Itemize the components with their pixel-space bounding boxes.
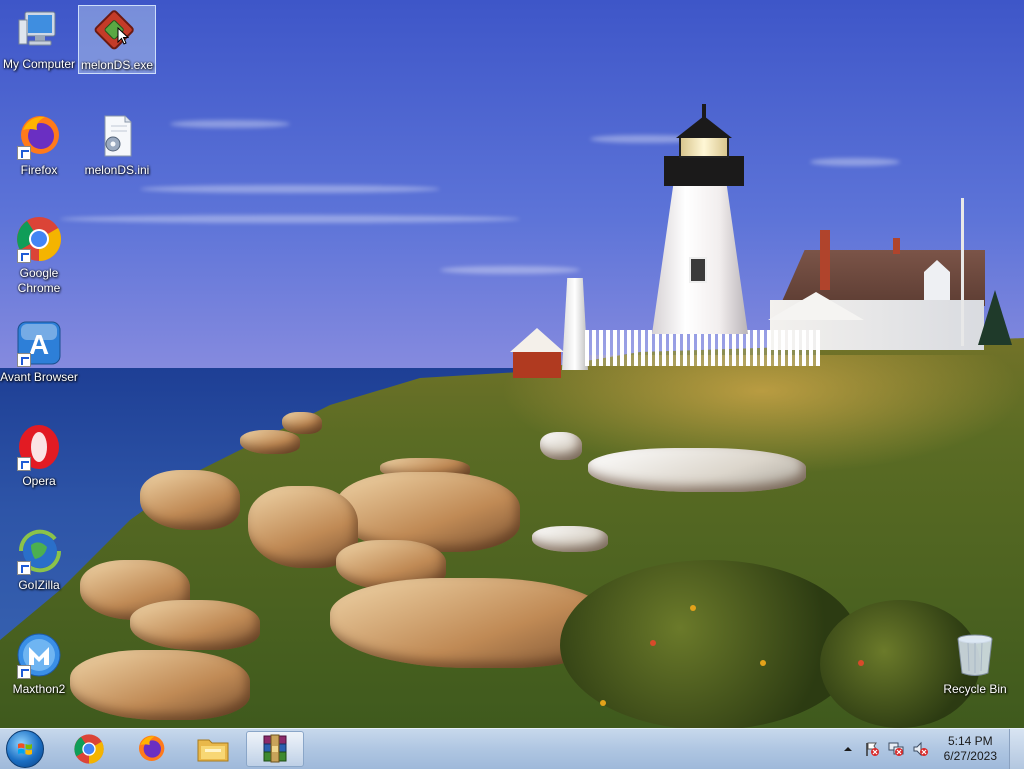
clock-date: 6/27/2023 — [943, 749, 997, 763]
desktop-icon-label: GoIZilla — [18, 578, 60, 592]
shortcut-arrow-icon — [17, 146, 31, 160]
wallpaper-shed — [513, 350, 561, 378]
wallpaper-lighthouse-lamp — [679, 136, 729, 158]
opera-icon — [15, 423, 63, 471]
wallpaper-flower — [650, 640, 656, 646]
desktop-icon-recycle-bin[interactable]: Recycle Bin — [936, 631, 1014, 697]
desktop-icon-label: Firefox — [20, 163, 58, 177]
show-desktop-button[interactable] — [1009, 729, 1024, 769]
shortcut-arrow-icon — [17, 457, 31, 471]
firefox-icon — [139, 735, 165, 761]
wallpaper-rock — [540, 432, 582, 460]
desktop-icon-firefox[interactable]: Firefox — [0, 112, 78, 178]
recycle-bin-icon — [951, 631, 999, 679]
desktop-icon-melonds-ini[interactable]: melonDS.ini — [78, 112, 156, 178]
settings-file-icon — [93, 112, 141, 160]
desktop-icon-label: melonDS.exe — [80, 58, 154, 72]
maxthon-icon — [15, 631, 63, 679]
desktop-icon-label: Recycle Bin — [943, 682, 1007, 696]
avant-browser-icon: A — [15, 319, 63, 367]
desktop[interactable]: My Computer melonDS.exe Firefox melonDS.… — [0, 0, 1024, 728]
desktop-icon-opera[interactable]: Opera — [0, 423, 78, 489]
clock-time: 5:14 PM — [947, 734, 993, 748]
wallpaper-rock — [532, 526, 608, 552]
wallpaper-lighthouse-finial — [702, 104, 706, 118]
action-center-flag-icon[interactable] — [864, 741, 880, 757]
desktop-icon-label: Avant Browser — [0, 370, 78, 384]
shortcut-arrow-icon — [17, 665, 31, 679]
desktop-icon-label: melonDS.ini — [84, 163, 150, 177]
wallpaper-lighthouse-gallery — [664, 156, 744, 186]
wallpaper-rock — [140, 470, 240, 530]
desktop-icon-label: Google Chrome — [17, 266, 61, 295]
chrome-icon — [74, 734, 104, 764]
start-button[interactable] — [6, 730, 44, 768]
shortcut-arrow-icon — [17, 561, 31, 575]
desktop-icon-avant-browser[interactable]: A Avant Browser — [0, 319, 78, 385]
firefox-icon — [15, 112, 63, 160]
shortcut-arrow-icon — [17, 353, 31, 367]
volume-muted-icon[interactable] — [912, 741, 928, 757]
system-tray: 5:14 PM 6/27/2023 — [836, 729, 1024, 769]
wallpaper-lighthouse-window — [689, 257, 707, 283]
wallpaper-rock — [240, 430, 300, 454]
wallpaper-rock — [130, 600, 260, 650]
wallpaper-brick-chimney — [820, 230, 830, 290]
file-explorer-icon — [197, 739, 229, 762]
desktop-icon-my-computer[interactable]: My Computer — [0, 6, 78, 72]
wallpaper-flagpole — [961, 198, 964, 346]
desktop-icon-gozilla[interactable]: GoIZilla — [0, 527, 78, 593]
wallpaper-fence — [585, 330, 820, 366]
winrar-icon — [263, 734, 287, 763]
desktop-icon-maxthon2[interactable]: Maxthon2 — [0, 631, 78, 697]
wallpaper-cloud — [60, 215, 520, 223]
gozilla-icon — [15, 527, 63, 575]
wallpaper-rock — [336, 472, 520, 552]
wallpaper-brick-chimney — [893, 238, 900, 254]
desktop-icon-label: Maxthon2 — [12, 682, 66, 696]
desktop-icon-google-chrome[interactable]: Google Chrome — [0, 215, 78, 296]
taskbar-winrar-button[interactable] — [246, 731, 304, 767]
taskbar-firefox-button[interactable] — [124, 731, 178, 767]
desktop-icon-label: Opera — [22, 474, 56, 488]
shortcut-arrow-icon — [17, 249, 31, 263]
wallpaper-rock — [70, 650, 250, 720]
wallpaper-cloud — [140, 185, 440, 193]
clock[interactable]: 5:14 PM 6/27/2023 — [932, 734, 1009, 764]
wallpaper-flower — [600, 700, 606, 706]
wallpaper-flower — [858, 660, 864, 666]
wallpaper-rock — [282, 412, 322, 434]
network-icon[interactable] — [888, 741, 904, 757]
wallpaper-cloud — [170, 120, 290, 128]
taskbar-chrome-button[interactable] — [62, 731, 116, 767]
wallpaper-flower — [760, 660, 766, 666]
svg-text:A: A — [29, 329, 49, 360]
chrome-icon — [15, 215, 63, 263]
wallpaper-cloud — [440, 266, 580, 274]
windows-logo-icon — [18, 743, 32, 755]
mouse-cursor-icon — [117, 26, 130, 45]
taskbar: 5:14 PM 6/27/2023 — [0, 728, 1024, 769]
taskbar-file-explorer-button[interactable] — [186, 731, 240, 767]
computer-icon — [15, 6, 63, 54]
wallpaper-flower — [690, 605, 696, 611]
show-hidden-icons-icon[interactable] — [840, 741, 856, 757]
wallpaper-cloud — [810, 158, 900, 166]
desktop-icon-label: My Computer — [2, 57, 76, 71]
wallpaper-rock — [588, 448, 806, 492]
